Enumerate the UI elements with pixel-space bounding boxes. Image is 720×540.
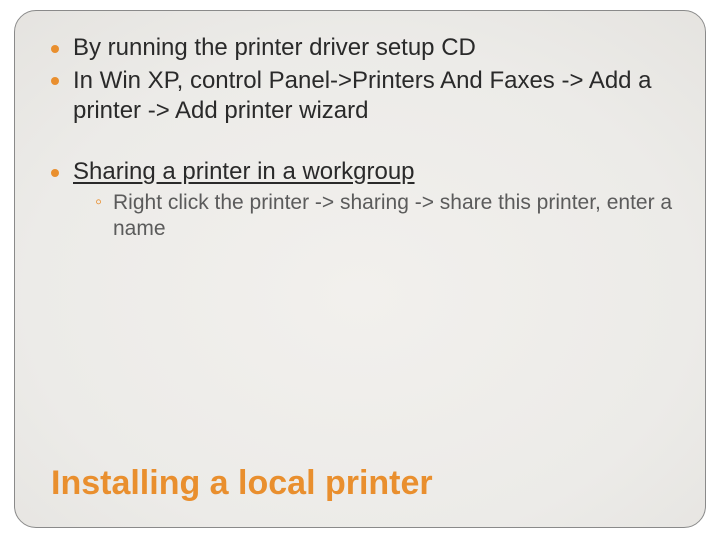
slide-panel: By running the printer driver setup CD I… (14, 10, 706, 528)
bullet-list-section: Sharing a printer in a workgroup Right c… (47, 157, 677, 242)
list-item: By running the printer driver setup CD (47, 33, 677, 64)
bullet-text: By running the printer driver setup CD (73, 34, 476, 61)
slide-title: Installing a local printer (47, 464, 677, 509)
sub-bullet-text: Right click the printer -> sharing -> sh… (113, 191, 672, 240)
slide: By running the printer driver setup CD I… (0, 0, 720, 540)
sub-bullet-list: Right click the printer -> sharing -> sh… (73, 190, 677, 243)
list-item: In Win XP, control Panel->Printers And F… (47, 66, 677, 127)
sub-list-item: Right click the printer -> sharing -> sh… (95, 190, 677, 243)
slide-content: By running the printer driver setup CD I… (47, 33, 677, 464)
list-item: Sharing a printer in a workgroup Right c… (47, 157, 677, 242)
spacer (47, 129, 677, 157)
section-heading: Sharing a printer in a workgroup (73, 158, 415, 185)
bullet-text: In Win XP, control Panel->Printers And F… (73, 67, 652, 125)
bullet-list: By running the printer driver setup CD I… (47, 33, 677, 127)
